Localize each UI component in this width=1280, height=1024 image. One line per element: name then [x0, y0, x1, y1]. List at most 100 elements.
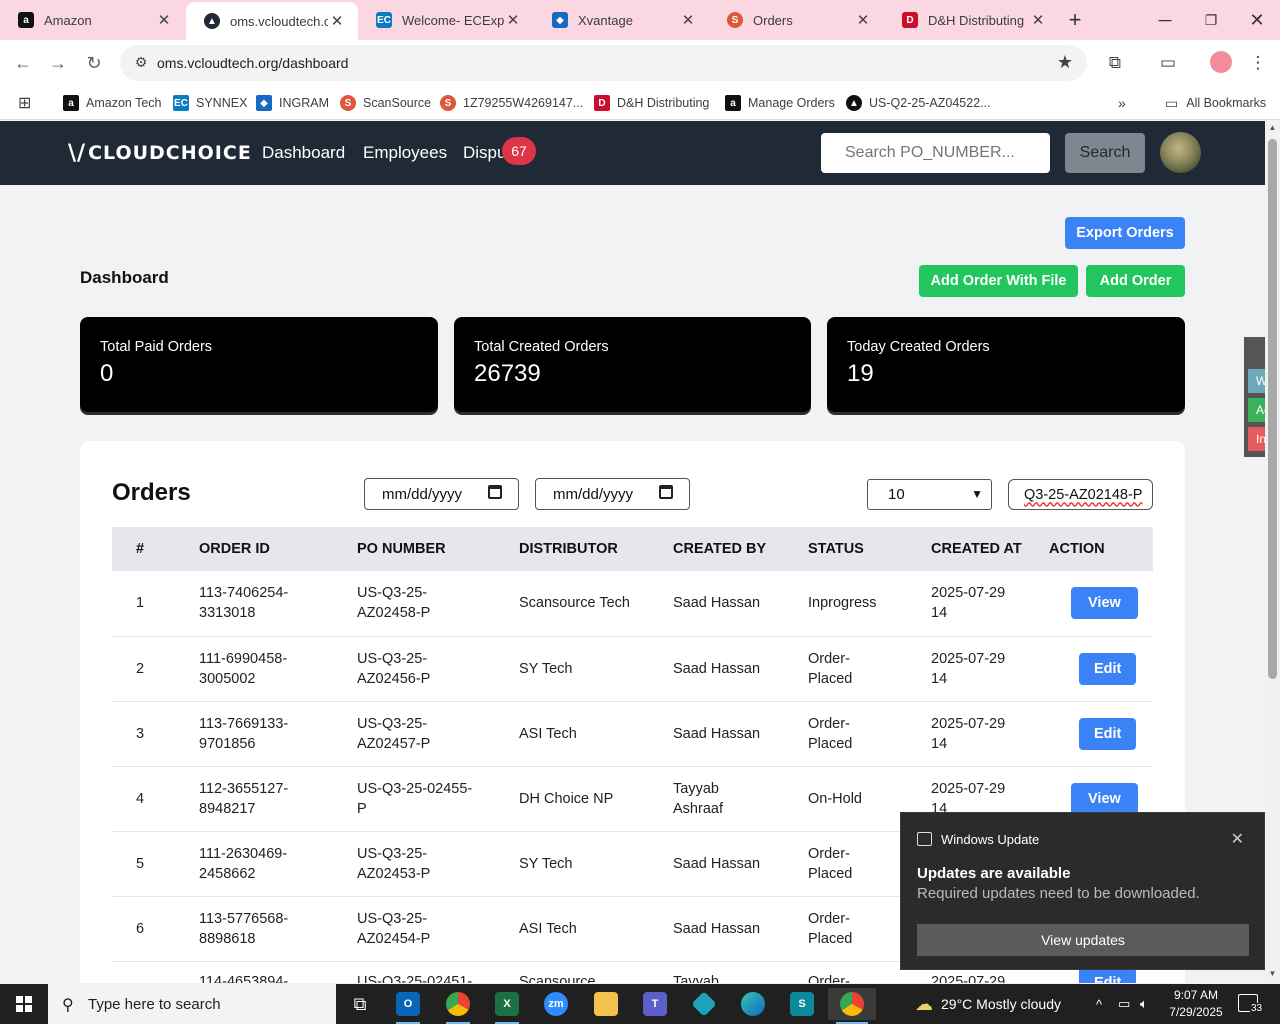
bookmark-manage-orders[interactable]: a Manage Orders [725, 92, 835, 114]
close-icon[interactable]: ✕ [504, 11, 522, 29]
toast-app-name: Windows Update [941, 832, 1040, 847]
close-icon[interactable]: ✕ [328, 12, 346, 30]
tab-ecexpress[interactable]: EC Welcome- ECExpress ✕ [358, 0, 534, 40]
tab-oms[interactable]: ▲ oms.vcloudtech.org/ ✕ [186, 2, 358, 40]
outlook-icon[interactable]: O [386, 988, 430, 1024]
po-filter-input[interactable]: Q3-25-AZ02148-P [1008, 479, 1153, 510]
restore-icon[interactable]: ❐ [1196, 0, 1226, 40]
close-icon[interactable]: ✕ [1231, 829, 1244, 849]
add-order-with-file-button[interactable]: Add Order With File [919, 265, 1078, 297]
vcloud-icon: ▲ [204, 13, 220, 29]
minimize-icon[interactable]: ─ [1150, 0, 1180, 40]
taskbar-search[interactable]: ⚲ Type here to search [48, 984, 336, 1024]
close-icon[interactable]: ✕ [854, 11, 872, 29]
add-order-button[interactable]: Add Order [1086, 265, 1185, 297]
column-header: ORDER ID [199, 527, 357, 571]
scroll-thumb[interactable] [1268, 139, 1277, 679]
stat-card-total-created: Total Created Orders 26739 [454, 317, 811, 412]
address-bar[interactable]: ⚙ oms.vcloudtech.org/dashboard ★ [120, 45, 1087, 81]
page-scrollbar[interactable]: ▲ ▼ [1265, 121, 1280, 983]
windows-logo-icon [16, 996, 32, 1012]
end-date-input[interactable]: mm/dd/yyyy [535, 478, 690, 510]
weather-widget[interactable]: ☁ 29°C Mostly cloudy [915, 984, 1061, 1024]
search-icon: ⚲ [62, 997, 74, 1014]
nav-employees[interactable]: Employees [363, 143, 447, 163]
calendar-icon[interactable] [659, 485, 673, 499]
close-icon[interactable]: ✕ [1029, 11, 1047, 29]
calendar-icon[interactable] [488, 485, 502, 499]
profile-avatar-icon[interactable] [1210, 51, 1232, 73]
close-icon[interactable]: ✕ [155, 11, 173, 29]
url-text[interactable]: oms.vcloudtech.org/dashboard [157, 55, 348, 71]
all-bookmarks[interactable]: ▭ All Bookmarks [1165, 92, 1266, 114]
close-icon[interactable]: ✕ [679, 11, 697, 29]
bookmark-po[interactable]: ▲ US-Q2-25-AZ04522... [846, 92, 991, 114]
file-explorer-icon[interactable] [584, 988, 628, 1020]
stat-value: 26739 [474, 360, 541, 387]
nav-dashboard[interactable]: Dashboard [262, 143, 345, 163]
more-bookmarks-chevron-icon[interactable]: » [1118, 92, 1126, 114]
bookmark-ingram[interactable]: ◆ INGRAM [256, 92, 329, 114]
nav-disputes[interactable]: Dispu [463, 143, 506, 163]
edit-order-button[interactable]: Edit [1079, 652, 1137, 685]
page-size-select[interactable]: 10 ▼ [867, 479, 992, 510]
volume-icon[interactable]: 🔈︎ [1140, 984, 1148, 1024]
orders-title: Orders [112, 479, 191, 506]
task-view-icon[interactable]: ⧉ [338, 988, 382, 1020]
amazon-icon: a [18, 12, 34, 28]
tab-dh[interactable]: D D&H Distributing ✕ [884, 0, 1059, 40]
synnex-icon: EC [173, 95, 189, 111]
view-order-button[interactable]: View [1071, 587, 1138, 620]
vpn-app-icon[interactable] [682, 988, 726, 1020]
column-header: # [112, 527, 199, 571]
bookmark-dh[interactable]: D D&H Distributing [594, 92, 709, 114]
excel-icon[interactable]: X [485, 988, 529, 1024]
forward-arrow-icon[interactable]: → [43, 48, 73, 78]
scansource-icon: S [440, 95, 456, 111]
bookmark-tracking[interactable]: S 1Z79255W4269147... [440, 92, 583, 114]
bookmark-synnex[interactable]: EC SYNNEX [173, 92, 247, 114]
scroll-up-arrow-icon[interactable]: ▲ [1265, 123, 1280, 132]
chrome-active-icon[interactable] [828, 988, 876, 1024]
sticky-app-icon[interactable]: S [780, 988, 824, 1020]
disputes-count-badge: 67 [502, 137, 536, 165]
view-order-button[interactable]: View [1071, 782, 1138, 815]
taskbar-clock[interactable]: 9:07 AM 7/29/2025 [1166, 987, 1226, 1021]
tab-orders[interactable]: S Orders ✕ [709, 0, 884, 40]
cloudchoice-logo[interactable]: \/ CLOUDCHOICE [68, 140, 252, 166]
chrome-icon[interactable] [436, 988, 480, 1024]
start-button[interactable] [0, 984, 48, 1024]
reload-icon[interactable]: ↻ [79, 48, 109, 78]
edit-order-button[interactable]: Edit [1079, 717, 1137, 750]
stat-label: Total Paid Orders [100, 339, 213, 355]
site-settings-icon[interactable]: ⚙ [132, 54, 150, 72]
scroll-down-arrow-icon[interactable]: ▼ [1265, 969, 1280, 978]
tray-chevron-up-icon[interactable]: ^ [1096, 984, 1102, 1024]
bookmark-amazon-tech[interactable]: a Amazon Tech [63, 92, 162, 114]
apps-grid-icon[interactable]: ⊞ [18, 92, 31, 114]
table-row: 2 111-6990458-3005002 US-Q3-25-AZ02456-P… [112, 636, 1153, 702]
start-date-input[interactable]: mm/dd/yyyy [364, 478, 519, 510]
bookmark-star-icon[interactable]: ★ [1057, 52, 1073, 73]
extensions-puzzle-icon[interactable]: ⧉ [1103, 51, 1127, 75]
search-button[interactable]: Search [1065, 133, 1145, 173]
po-search-input[interactable] [821, 133, 1050, 173]
export-orders-button[interactable]: Export Orders [1065, 217, 1185, 249]
zoom-icon[interactable]: zm [534, 988, 578, 1020]
new-tab-plus-icon[interactable]: + [1060, 0, 1090, 40]
browser-toolbar: ← → ↻ ⚙ oms.vcloudtech.org/dashboard ★ ⧉… [0, 40, 1280, 86]
tab-label: Xvantage [578, 12, 633, 28]
edge-icon[interactable] [731, 988, 775, 1020]
tab-xvantage[interactable]: ◆ Xvantage ✕ [534, 0, 709, 40]
view-updates-button[interactable]: View updates [917, 924, 1249, 956]
teams-icon[interactable]: T [633, 988, 677, 1020]
cast-icon[interactable]: ▭ [1156, 51, 1180, 75]
back-arrow-icon[interactable]: ← [8, 48, 38, 78]
window-close-icon[interactable]: ✕ [1242, 0, 1272, 40]
tab-amazon[interactable]: a Amazon ✕ [0, 0, 185, 40]
user-avatar[interactable] [1160, 132, 1201, 173]
network-icon[interactable]: ▭ [1118, 984, 1130, 1024]
menu-kebab-icon[interactable]: ⋮ [1246, 51, 1270, 75]
column-header: DISTRIBUTOR [519, 527, 673, 571]
bookmark-scansource[interactable]: S ScanSource [340, 92, 431, 114]
